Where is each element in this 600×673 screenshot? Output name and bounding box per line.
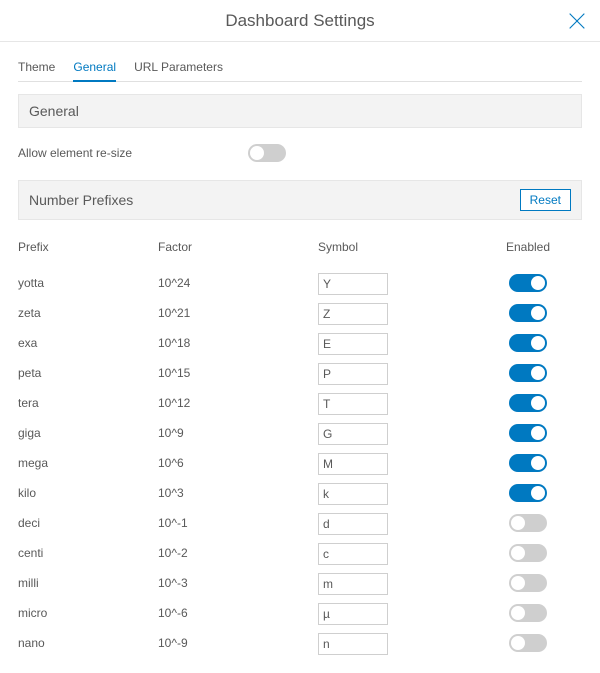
factor-cell: 10^21: [158, 306, 318, 320]
enabled-toggle[interactable]: [509, 514, 547, 532]
symbol-input[interactable]: [318, 423, 388, 445]
symbol-input[interactable]: [318, 453, 388, 475]
symbol-input[interactable]: [318, 573, 388, 595]
table-row: exa10^18: [18, 328, 582, 358]
factor-cell: 10^-2: [158, 546, 318, 560]
table-row: micro10^-6: [18, 598, 582, 628]
factor-cell: 10^18: [158, 336, 318, 350]
tab-url-parameters[interactable]: URL Parameters: [134, 60, 223, 81]
symbol-input[interactable]: [318, 483, 388, 505]
symbol-input[interactable]: [318, 603, 388, 625]
factor-cell: 10^-9: [158, 636, 318, 650]
factor-cell: 10^6: [158, 456, 318, 470]
resize-toggle[interactable]: [248, 144, 286, 162]
symbol-input[interactable]: [318, 633, 388, 655]
enabled-toggle[interactable]: [509, 544, 547, 562]
factor-cell: 10^-1: [158, 516, 318, 530]
table-body: yotta10^24zeta10^21exa10^18peta10^15tera…: [18, 268, 582, 658]
tabs: Theme General URL Parameters: [18, 60, 582, 82]
section-prefixes-label: Number Prefixes: [29, 192, 133, 208]
enabled-toggle[interactable]: [509, 574, 547, 592]
prefix-cell: deci: [18, 516, 158, 530]
enabled-toggle[interactable]: [509, 484, 547, 502]
table-row: giga10^9: [18, 418, 582, 448]
titlebar: Dashboard Settings: [0, 0, 600, 42]
enabled-toggle[interactable]: [509, 274, 547, 292]
reset-button[interactable]: Reset: [520, 189, 571, 211]
tab-theme[interactable]: Theme: [18, 60, 55, 81]
enabled-toggle[interactable]: [509, 424, 547, 442]
enabled-toggle[interactable]: [509, 304, 547, 322]
table-row: yotta10^24: [18, 268, 582, 298]
prefix-cell: nano: [18, 636, 158, 650]
symbol-input[interactable]: [318, 513, 388, 535]
close-button[interactable]: [566, 10, 588, 32]
table-row: peta10^15: [18, 358, 582, 388]
resize-row: Allow element re-size: [18, 138, 582, 168]
prefix-cell: micro: [18, 606, 158, 620]
col-symbol: Symbol: [318, 240, 478, 254]
close-icon: [566, 10, 588, 32]
symbol-input[interactable]: [318, 333, 388, 355]
prefix-cell: yotta: [18, 276, 158, 290]
factor-cell: 10^12: [158, 396, 318, 410]
factor-cell: 10^9: [158, 426, 318, 440]
enabled-toggle[interactable]: [509, 634, 547, 652]
table-row: kilo10^3: [18, 478, 582, 508]
col-enabled: Enabled: [478, 240, 578, 254]
resize-label: Allow element re-size: [18, 146, 248, 160]
prefix-cell: zeta: [18, 306, 158, 320]
prefix-cell: peta: [18, 366, 158, 380]
table-row: zeta10^21: [18, 298, 582, 328]
enabled-toggle[interactable]: [509, 604, 547, 622]
col-factor: Factor: [158, 240, 318, 254]
table-row: tera10^12: [18, 388, 582, 418]
symbol-input[interactable]: [318, 303, 388, 325]
symbol-input[interactable]: [318, 543, 388, 565]
section-general: General: [18, 94, 582, 128]
panel: Theme General URL Parameters General All…: [0, 42, 600, 658]
table-row: mega10^6: [18, 448, 582, 478]
prefix-cell: centi: [18, 546, 158, 560]
factor-cell: 10^-6: [158, 606, 318, 620]
symbol-input[interactable]: [318, 273, 388, 295]
table-row: deci10^-1: [18, 508, 582, 538]
prefix-cell: kilo: [18, 486, 158, 500]
enabled-toggle[interactable]: [509, 454, 547, 472]
table-header: Prefix Factor Symbol Enabled: [18, 232, 582, 262]
enabled-toggle[interactable]: [509, 394, 547, 412]
page-title: Dashboard Settings: [225, 11, 374, 31]
prefix-cell: tera: [18, 396, 158, 410]
enabled-toggle[interactable]: [509, 364, 547, 382]
section-prefixes: Number Prefixes Reset: [18, 180, 582, 220]
prefix-cell: giga: [18, 426, 158, 440]
enabled-toggle[interactable]: [509, 334, 547, 352]
symbol-input[interactable]: [318, 393, 388, 415]
prefix-cell: milli: [18, 576, 158, 590]
factor-cell: 10^-3: [158, 576, 318, 590]
factor-cell: 10^3: [158, 486, 318, 500]
prefix-cell: exa: [18, 336, 158, 350]
table-row: milli10^-3: [18, 568, 582, 598]
col-prefix: Prefix: [18, 240, 158, 254]
section-general-label: General: [29, 103, 79, 119]
tab-general[interactable]: General: [73, 60, 116, 82]
factor-cell: 10^15: [158, 366, 318, 380]
table-row: centi10^-2: [18, 538, 582, 568]
factor-cell: 10^24: [158, 276, 318, 290]
symbol-input[interactable]: [318, 363, 388, 385]
prefix-cell: mega: [18, 456, 158, 470]
table-row: nano10^-9: [18, 628, 582, 658]
